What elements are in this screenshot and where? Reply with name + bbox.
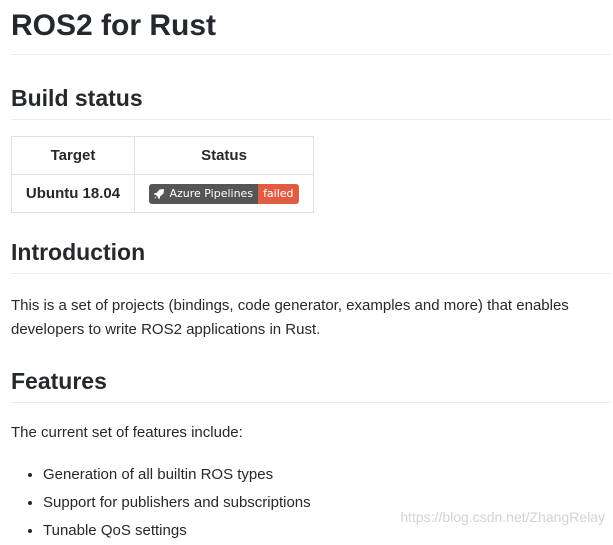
watermark: https://blog.csdn.net/ZhangRelay <box>400 509 605 525</box>
readme-page: ROS2 for Rust Build status Target Status… <box>11 0 611 545</box>
introduction-text: This is a set of projects (bindings, cod… <box>11 297 569 338</box>
build-status-heading: Build status <box>11 83 611 120</box>
status-column-header: Status <box>134 136 314 175</box>
features-intro: The current set of features include: <box>11 424 243 441</box>
introduction-heading: Introduction <box>11 237 611 274</box>
table-row: Ubuntu 18.04 Azure Pipelines failed <box>11 174 314 213</box>
azure-pipelines-badge[interactable]: Azure Pipelines failed <box>149 183 299 204</box>
badge-label-section: Azure Pipelines <box>149 183 259 204</box>
list-item: Generation of all builtin ROS types <box>43 461 611 489</box>
badge-status: failed <box>258 183 299 204</box>
target-cell: Ubuntu 18.04 <box>11 174 135 213</box>
table-header-row: Target Status <box>11 136 314 175</box>
status-cell: Azure Pipelines failed <box>134 174 314 213</box>
features-heading: Features <box>11 366 611 403</box>
build-status-table: Target Status Ubuntu 18.04 Azure Pipelin… <box>11 136 314 213</box>
azure-pipelines-icon <box>153 188 165 200</box>
target-column-header: Target <box>11 136 135 175</box>
badge-label: Azure Pipelines <box>169 186 254 200</box>
page-title: ROS2 for Rust <box>11 0 611 55</box>
features-list: Generation of all builtin ROS types Supp… <box>11 461 611 545</box>
